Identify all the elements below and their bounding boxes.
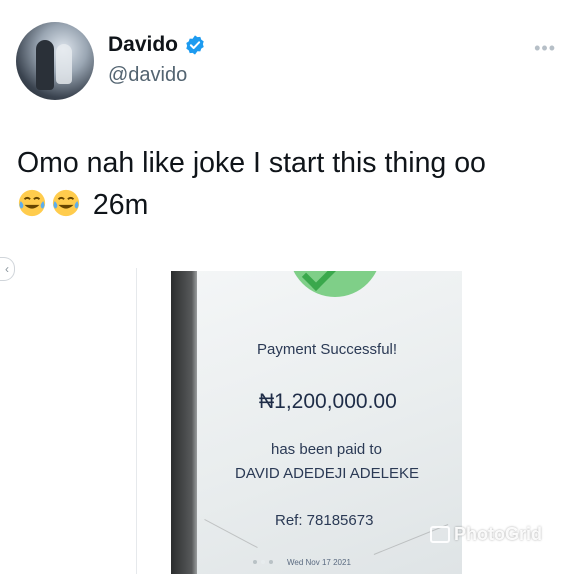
- payment-reference: Ref: 78185673: [275, 512, 374, 529]
- tweet-timestamp: 26m: [92, 189, 149, 221]
- screen-crack: [204, 518, 258, 549]
- payment-date: Wed Nov 17 2021: [287, 558, 351, 567]
- paid-to-label: has been paid to: [271, 441, 382, 458]
- face-with-tears-of-joy-icon: [52, 189, 80, 217]
- verified-badge-icon: [186, 35, 204, 55]
- payee-name: DAVID ADEDEJI ADELEKE: [235, 465, 419, 482]
- watermark-text: PhotoGrid: [454, 524, 542, 544]
- more-options-icon[interactable]: •••: [534, 38, 556, 59]
- avatar[interactable]: [16, 22, 94, 100]
- payment-receipt-photo[interactable]: Payment Successful! ₦1,200,000.00 has be…: [171, 271, 462, 574]
- camera-icon: [430, 526, 450, 543]
- page-indicator: [253, 560, 273, 564]
- tweet-text-line: Omo nah like joke I start this thing oo: [17, 147, 486, 179]
- payment-amount: ₦1,200,000.00: [259, 390, 397, 413]
- tweet-text-line-2: 26m: [17, 184, 557, 226]
- carousel-previous-button[interactable]: ‹: [0, 257, 15, 281]
- author-handle[interactable]: @davido: [108, 64, 187, 87]
- tweet-text: Omo nah like joke I start this thing oo …: [17, 142, 557, 226]
- media-divider: [136, 268, 137, 574]
- photogrid-watermark: PhotoGrid: [430, 524, 542, 545]
- author-name-row: Davido: [108, 33, 206, 57]
- author-name[interactable]: Davido: [108, 33, 178, 57]
- face-with-tears-of-joy-icon: [18, 189, 46, 217]
- page-dot: [269, 560, 273, 564]
- payment-status: Payment Successful!: [257, 341, 398, 358]
- phone-edge: [171, 271, 197, 574]
- avatar-figure-light: [56, 44, 72, 84]
- chevron-left-icon: ‹: [5, 262, 9, 276]
- page-dot-active: [261, 560, 265, 564]
- page-dot: [253, 560, 257, 564]
- avatar-figure: [36, 40, 54, 90]
